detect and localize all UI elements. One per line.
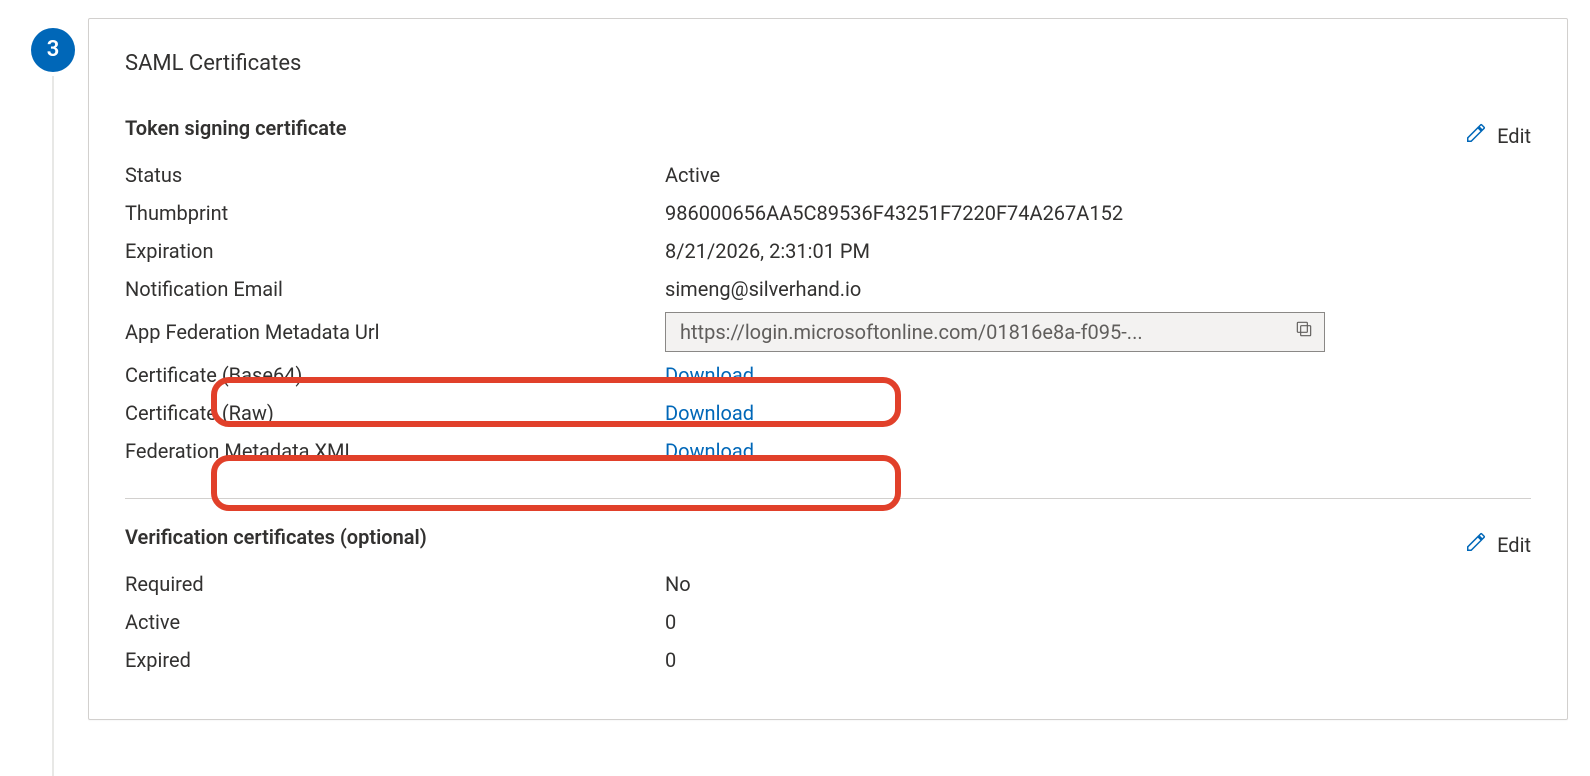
section-divider <box>125 498 1531 499</box>
fed-metadata-xml-label: Federation Metadata XML <box>125 433 665 469</box>
card-title: SAML Certificates <box>125 49 1531 80</box>
notification-email-label: Notification Email <box>125 271 665 307</box>
download-fed-metadata-xml-link[interactable]: Download <box>665 433 1531 469</box>
verification-heading: Verification certificates (optional) <box>125 523 427 551</box>
saml-certificates-card: SAML Certificates Token signing certific… <box>88 18 1568 720</box>
edit-token-signing-button[interactable]: Edit <box>1465 122 1531 151</box>
federation-url-box: https://login.microsoftonline.com/01816e… <box>665 312 1325 352</box>
pencil-icon <box>1465 531 1487 560</box>
expiration-value: 8/21/2026, 2:31:01 PM <box>665 233 1531 269</box>
copy-icon <box>1294 318 1314 346</box>
required-label: Required <box>125 566 665 602</box>
thumbprint-label: Thumbprint <box>125 195 665 231</box>
expired-value: 0 <box>665 642 1531 678</box>
edit-label: Edit <box>1497 531 1531 559</box>
active-value: 0 <box>665 604 1531 640</box>
expired-label: Expired <box>125 642 665 678</box>
cert-raw-label: Certificate (Raw) <box>125 395 665 431</box>
thumbprint-value: 986000656AA5C89536F43251F7220F74A267A152 <box>665 195 1531 231</box>
edit-label: Edit <box>1497 122 1531 150</box>
edit-verification-button[interactable]: Edit <box>1465 531 1531 560</box>
federation-url-value: https://login.microsoftonline.com/01816e… <box>680 318 1284 346</box>
status-label: Status <box>125 157 665 193</box>
step-connector-line <box>53 76 54 776</box>
cert-base64-label: Certificate (Base64) <box>125 357 665 393</box>
step-3-badge: 3 <box>31 28 75 72</box>
status-value: Active <box>665 157 1531 193</box>
copy-federation-url-button[interactable] <box>1294 318 1314 346</box>
federation-url-label: App Federation Metadata Url <box>125 314 665 350</box>
download-cert-base64-link[interactable]: Download <box>665 357 1531 393</box>
active-label: Active <box>125 604 665 640</box>
notification-email-value: simeng@silverhand.io <box>665 271 1531 307</box>
download-cert-raw-link[interactable]: Download <box>665 395 1531 431</box>
pencil-icon <box>1465 122 1487 151</box>
token-signing-heading: Token signing certificate <box>125 114 347 142</box>
expiration-label: Expiration <box>125 233 665 269</box>
required-value: No <box>665 566 1531 602</box>
